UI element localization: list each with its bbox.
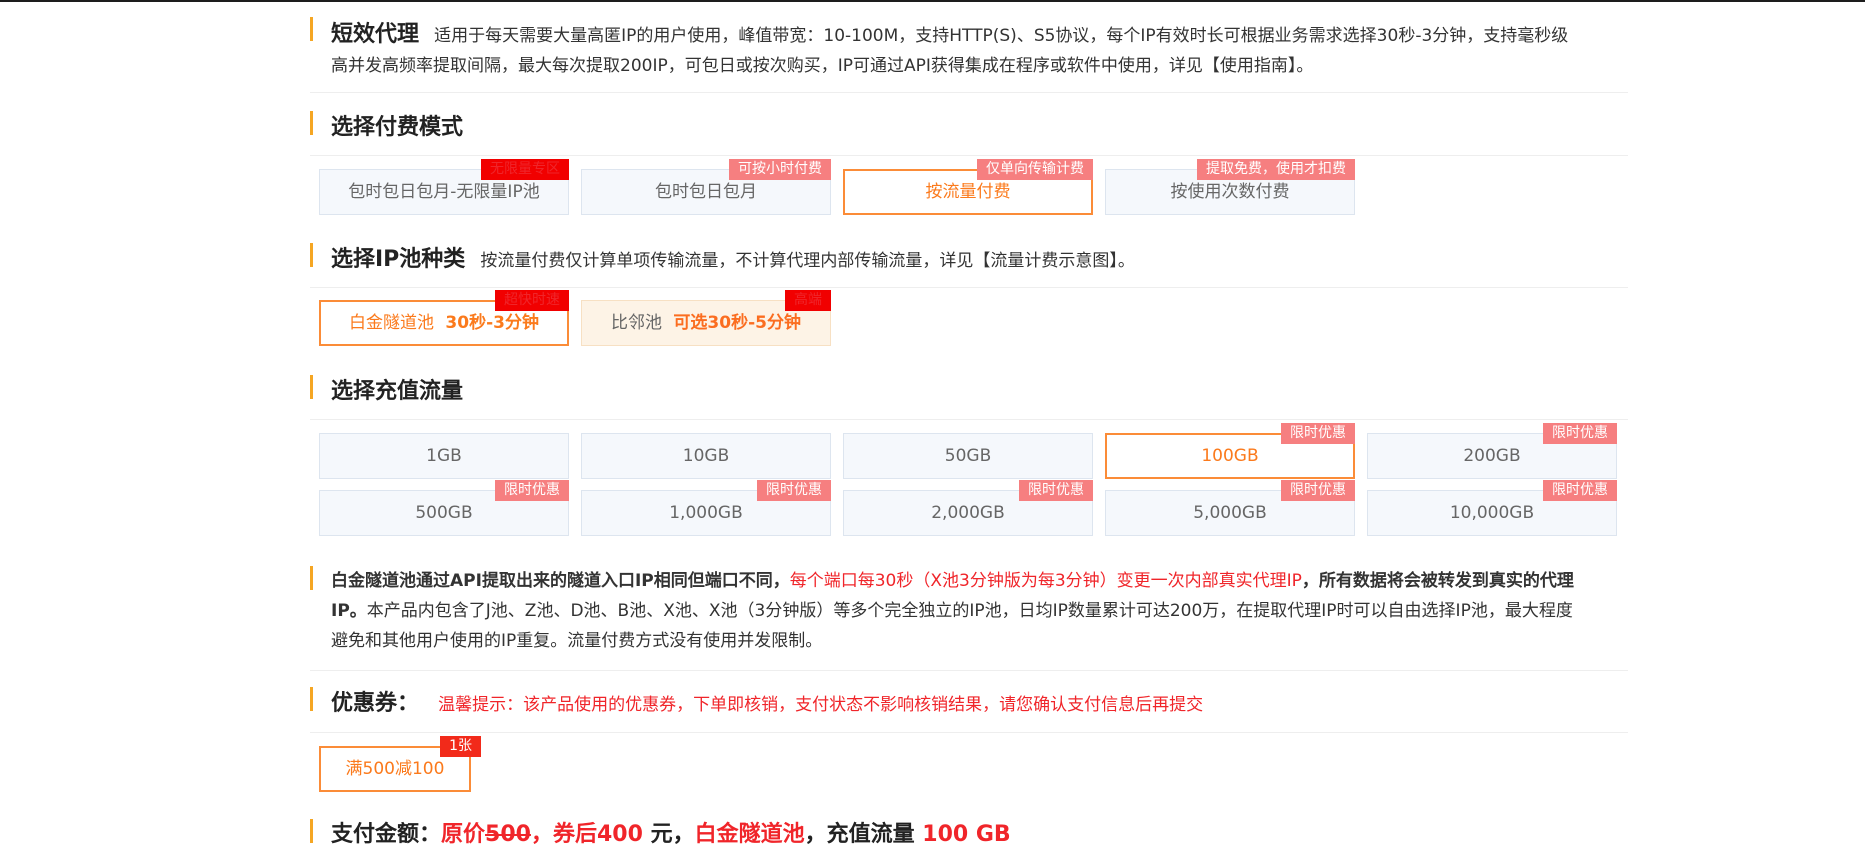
divider bbox=[310, 732, 1628, 733]
after-coupon-amount: 400 bbox=[596, 822, 643, 847]
payment-label: 支付金额： bbox=[331, 822, 442, 847]
pool-platinum-tunnel[interactable]: 白金隧道池 30秒-3分钟 超快时速 bbox=[319, 290, 569, 346]
traffic-option-1000gb[interactable]: 1,000GB 限时优惠 bbox=[581, 480, 831, 536]
traffic-option-2000gb[interactable]: 2,000GB 限时优惠 bbox=[843, 480, 1093, 536]
original-price-prefix: 原价 bbox=[441, 822, 486, 847]
pay-mode-traffic[interactable]: 按流量付费 仅单向传输计费 bbox=[843, 159, 1093, 215]
option-label: 2,000GB bbox=[931, 503, 1005, 523]
intro-section: 短效代理 适用于每天需要大量高匿IP的用户使用，峰值带宽：10-100M，支持H… bbox=[331, 16, 1631, 48]
option-label: 100GB bbox=[1201, 446, 1259, 466]
intro-desc-line1: 适用于每天需要大量高匿IP的用户使用，峰值带宽：10-100M，支持HTTP(S… bbox=[434, 26, 1569, 46]
currency-text: 元， bbox=[642, 822, 695, 847]
divider bbox=[310, 670, 1628, 671]
option-label: 包时包日包月 bbox=[655, 182, 757, 202]
intro-desc-line2: 高并发高频率提取间隔，最大每次提取200IP，可包日或按次购买，IP可通过API… bbox=[331, 56, 1314, 76]
divider bbox=[310, 155, 1628, 156]
payment-summary: 支付金额：原价500，券后400 元，白金隧道池，充值流量 100 GB bbox=[331, 816, 1011, 848]
section-title: 短效代理 bbox=[331, 22, 420, 47]
pay-mode-per-use[interactable]: 按使用次数付费 提取免费，使用才扣费 bbox=[1105, 159, 1355, 215]
option-label: 10GB bbox=[682, 446, 730, 466]
product-note: 白金隧道池通过API提取出来的隧道入口IP相同但端口不同，每个端口每30秒（X池… bbox=[331, 566, 1631, 656]
option-tag: 高端 bbox=[785, 290, 831, 311]
option-label: 200GB bbox=[1463, 446, 1521, 466]
traffic-option-1gb[interactable]: 1GB bbox=[319, 433, 569, 479]
ip-pool-desc: 按流量付费仅计算单项传输流量，不计算代理内部传输流量，详见【流量计费示意图】。 bbox=[480, 251, 1135, 271]
section-accent-bar bbox=[310, 819, 313, 843]
payment-pool: 白金隧道池 bbox=[694, 822, 805, 847]
product-config-panel: 短效代理 适用于每天需要大量高匿IP的用户使用，峰值带宽：10-100M，支持H… bbox=[310, 0, 1628, 860]
pay-mode-package[interactable]: 包时包日包月 可按小时付费 bbox=[581, 159, 831, 215]
pay-mode-unlimited[interactable]: 包时包日包月-无限量IP池 无限量专区 bbox=[319, 159, 569, 215]
option-tag: 限时优惠 bbox=[1281, 423, 1355, 444]
coupon-title: 优惠券： bbox=[331, 691, 420, 716]
option-tag: 超快时速 bbox=[495, 290, 569, 311]
section-accent-bar bbox=[310, 17, 313, 41]
coupon-header: 优惠券： 温馨提示：该产品使用的优惠券，下单即核销，支付状态不影响核销结果，请您… bbox=[331, 685, 1203, 717]
note-bold-text: IP。 bbox=[331, 601, 367, 621]
option-tag: 限时优惠 bbox=[495, 480, 569, 501]
coupon-label: 满500减100 bbox=[345, 759, 445, 779]
option-label: 按使用次数付费 bbox=[1170, 182, 1290, 202]
pool-neighbor[interactable]: 比邻池 可选30秒-5分钟 高端 bbox=[581, 290, 831, 346]
payment-traffic-label: ，充值流量 bbox=[804, 822, 923, 847]
coupon-count-tag: 1张 bbox=[440, 736, 481, 757]
section-accent-bar bbox=[310, 566, 313, 590]
coupon-tip: 温馨提示：该产品使用的优惠券，下单即核销，支付状态不影响核销结果，请您确认支付信… bbox=[438, 695, 1204, 715]
pay-mode-title: 选择付费模式 bbox=[331, 115, 464, 140]
divider bbox=[310, 92, 1628, 93]
traffic-option-200gb[interactable]: 200GB 限时优惠 bbox=[1367, 423, 1617, 479]
option-tag: 提取免费，使用才扣费 bbox=[1197, 159, 1355, 180]
traffic-option-10000gb[interactable]: 10,000GB 限时优惠 bbox=[1367, 480, 1617, 536]
traffic-option-500gb[interactable]: 500GB 限时优惠 bbox=[319, 480, 569, 536]
option-tag: 无限量专区 bbox=[481, 159, 569, 180]
note-line1: 白金隧道池通过API提取出来的隧道入口IP相同但端口不同，每个端口每30秒（X池… bbox=[331, 566, 1631, 596]
section-accent-bar bbox=[310, 687, 313, 711]
option-label: 5,000GB bbox=[1193, 503, 1267, 523]
pool-range: 30秒-3分钟 bbox=[445, 313, 539, 333]
option-tag: 可按小时付费 bbox=[729, 159, 831, 180]
option-tag: 限时优惠 bbox=[1543, 480, 1617, 501]
option-tag: 限时优惠 bbox=[1543, 423, 1617, 444]
pool-range: 可选30秒-5分钟 bbox=[673, 313, 801, 333]
coupon-item[interactable]: 满500减100 1张 bbox=[319, 736, 481, 792]
traffic-title: 选择充值流量 bbox=[331, 379, 464, 404]
note-text: 本产品内包含了J池、Z池、D池、B池、X池、X池（3分钟版）等多个完全独立的IP… bbox=[366, 601, 1573, 621]
section-accent-bar bbox=[310, 375, 313, 399]
note-highlight: 每个端口每30秒（X池3分钟版为每3分钟）变更一次内部真实代理IP bbox=[789, 571, 1302, 591]
option-tag: 限时优惠 bbox=[757, 480, 831, 501]
note-line2: IP。本产品内包含了J池、Z池、D池、B池、X池、X池（3分钟版）等多个完全独立… bbox=[331, 596, 1631, 626]
pool-name: 比邻池 bbox=[611, 313, 663, 333]
ip-pool-header: 选择IP池种类 按流量付费仅计算单项传输流量，不计算代理内部传输流量，详见【流量… bbox=[331, 241, 1135, 273]
original-price-amount: 500 bbox=[485, 822, 531, 847]
option-tag: 限时优惠 bbox=[1281, 480, 1355, 501]
traffic-option-10gb[interactable]: 10GB bbox=[581, 433, 831, 479]
ip-pool-title: 选择IP池种类 bbox=[331, 247, 466, 272]
option-label: 1,000GB bbox=[669, 503, 743, 523]
pool-name: 白金隧道池 bbox=[349, 313, 435, 333]
traffic-option-50gb[interactable]: 50GB bbox=[843, 433, 1093, 479]
after-coupon-label: ，券后 bbox=[530, 822, 597, 847]
traffic-option-100gb[interactable]: 100GB 限时优惠 bbox=[1105, 423, 1355, 479]
option-label: 1GB bbox=[426, 446, 462, 466]
note-bold-text: 白金隧道池通过API提取出来的隧道入口IP相同但端口不同， bbox=[331, 571, 790, 591]
section-accent-bar bbox=[310, 243, 313, 267]
section-accent-bar bbox=[310, 111, 313, 135]
divider bbox=[310, 287, 1628, 288]
option-label: 500GB bbox=[415, 503, 473, 523]
option-tag: 限时优惠 bbox=[1019, 480, 1093, 501]
note-line3: 避免和其他用户使用的IP重复。流量付费方式没有使用并发限制。 bbox=[331, 631, 823, 651]
payment-traffic-amount: 100 GB bbox=[922, 822, 1011, 847]
option-label: 包时包日包月-无限量IP池 bbox=[348, 182, 540, 202]
option-label: 50GB bbox=[944, 446, 992, 466]
note-bold-text: ，所有数据将会被转发到真实的代理 bbox=[1301, 571, 1574, 591]
option-label: 10,000GB bbox=[1449, 503, 1535, 523]
original-price: 原价500 bbox=[441, 822, 531, 847]
traffic-option-5000gb[interactable]: 5,000GB 限时优惠 bbox=[1105, 480, 1355, 536]
option-tag: 仅单向传输计费 bbox=[977, 159, 1093, 180]
divider bbox=[310, 419, 1628, 420]
option-label: 按流量付费 bbox=[925, 182, 1011, 202]
